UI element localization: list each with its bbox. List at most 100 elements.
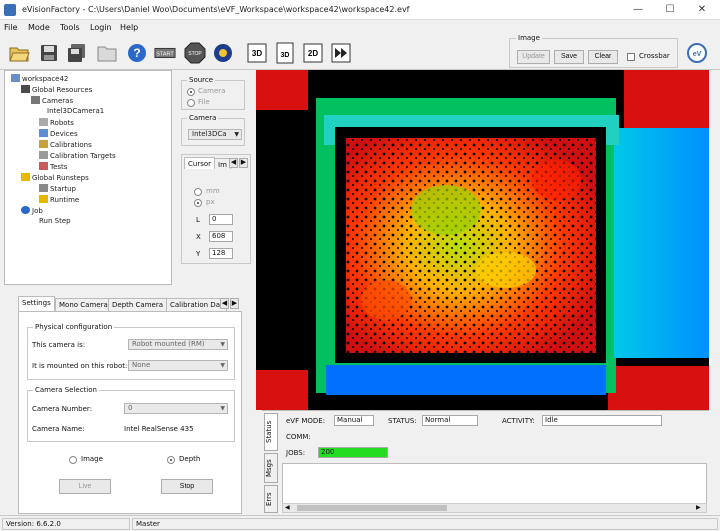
vtab-msgs[interactable]: Msgs	[264, 453, 278, 483]
depth-image-viewer[interactable]	[256, 70, 709, 410]
camera-mount-select[interactable]: Robot mounted (RM) ▼	[128, 339, 228, 350]
robot-select[interactable]: None ▼	[128, 360, 228, 371]
fast-forward-icon	[331, 43, 351, 63]
unit-px-radio[interactable]	[194, 199, 202, 207]
menu-help[interactable]: Help	[120, 23, 138, 32]
menu-file[interactable]: File	[4, 23, 17, 32]
settings-gear-button[interactable]	[212, 42, 234, 64]
activity-label: ACTIVITY:	[502, 417, 535, 425]
clear-button[interactable]: Clear	[588, 50, 618, 64]
save-all-icon	[68, 44, 85, 62]
tree-item-calibration-targets[interactable]: Calibration Targets	[39, 151, 116, 160]
unit-px-label: px	[206, 198, 215, 206]
tab-calibration-data[interactable]: Calibration Dat	[166, 298, 227, 311]
camera-number-select[interactable]: 0 ▼	[124, 403, 228, 414]
svg-text:2D: 2D	[308, 49, 318, 58]
view-2d-button[interactable]: 2D	[302, 42, 324, 64]
minimize-button[interactable]: —	[626, 3, 650, 17]
tree-item-calibrations[interactable]: Calibrations	[39, 140, 92, 149]
settings-tab-scroll-left[interactable]: ◀	[220, 298, 229, 309]
vtab-status[interactable]: Status	[264, 413, 278, 451]
toolbar: ? START STOP 3D 3D 2D Image Update Save …	[0, 34, 720, 70]
crossbar-checkbox[interactable]	[627, 53, 635, 61]
tree-item-global-resources[interactable]: Global Resources	[21, 85, 92, 94]
save-button[interactable]: Save	[554, 50, 584, 64]
cursor-x-field[interactable]: 608	[209, 231, 233, 242]
settings-tab-scroll-right[interactable]: ▶	[230, 298, 239, 309]
camera-icon	[31, 96, 40, 104]
source-file-radio[interactable]	[187, 99, 195, 107]
source-camera-radio[interactable]	[187, 88, 195, 96]
physical-config-group: Physical configuration This camera is: R…	[27, 323, 235, 380]
update-button[interactable]: Update	[517, 50, 550, 64]
save-disk-button[interactable]	[38, 42, 60, 64]
source-camera-label: Camera	[198, 87, 226, 95]
tree-item-devices[interactable]: Devices	[39, 129, 78, 138]
tree-item-runtime[interactable]: Runtime	[39, 195, 79, 204]
tree-item-workspace[interactable]: workspace42	[11, 74, 68, 83]
scroll-left-icon[interactable]: ◀	[285, 505, 293, 511]
tree-item-job[interactable]: Job	[21, 206, 43, 215]
stop-camera-button[interactable]: Stop	[161, 479, 213, 494]
runtime-icon	[39, 195, 48, 203]
view-3d-alt-button[interactable]: 3D	[274, 42, 296, 64]
view-3d-button[interactable]: 3D	[246, 42, 268, 64]
scroll-right-icon[interactable]: ▶	[696, 505, 704, 511]
menu-login[interactable]: Login	[90, 23, 112, 32]
workspace-tree[interactable]: workspace42 Global Resources Cameras Int…	[4, 70, 172, 285]
camera-group: Camera Intel3DCa ▼	[181, 114, 245, 146]
tab-scroll-right[interactable]: ▶	[239, 158, 248, 168]
camera-label: Camera	[187, 114, 219, 122]
title-bar: eVisionFactory - C:\Users\Daniel Woo\Doc…	[0, 0, 720, 20]
stop-button[interactable]: STOP	[184, 42, 206, 64]
tree-item-camera[interactable]: Intel3DCamera1	[47, 107, 104, 115]
cursor-y-field[interactable]: 128	[209, 248, 233, 259]
folder-icon	[97, 46, 117, 62]
folder-open-icon	[9, 47, 30, 62]
tab-mono-camera[interactable]: Mono Camera	[55, 298, 112, 311]
comm-label: COMM:	[286, 433, 311, 441]
open-folder-button[interactable]	[8, 42, 30, 64]
fast-forward-button[interactable]	[330, 42, 352, 64]
help-button[interactable]: ?	[126, 42, 148, 64]
start-button[interactable]: START	[154, 42, 178, 64]
image-radio[interactable]	[69, 456, 77, 464]
mode-label: eVF MODE:	[286, 417, 326, 425]
2d-icon: 2D	[303, 43, 323, 63]
target-icon	[39, 151, 48, 159]
depth-radio[interactable]	[167, 456, 175, 464]
tree-item-tests[interactable]: Tests	[39, 162, 67, 171]
save-all-button[interactable]	[66, 42, 88, 64]
tree-item-global-runsteps[interactable]: Global Runsteps	[21, 173, 89, 182]
folder-button[interactable]	[96, 42, 118, 64]
vtab-errs[interactable]: Errs	[264, 485, 278, 513]
scrollbar-thumb[interactable]	[297, 505, 447, 511]
live-button[interactable]: Live	[59, 479, 111, 494]
user-text: Master	[132, 518, 718, 530]
cursor-l-label: L	[196, 216, 200, 224]
tree-item-cameras[interactable]: Cameras	[31, 96, 73, 105]
camera-select[interactable]: Intel3DCa ▼	[188, 129, 242, 140]
unit-mm-radio[interactable]	[194, 188, 202, 196]
help-icon: ?	[128, 44, 146, 62]
tab-cursor[interactable]: Cursor	[184, 157, 216, 169]
svg-text:3D: 3D	[281, 52, 290, 59]
tab-settings[interactable]: Settings	[18, 296, 55, 311]
close-button[interactable]: ✕	[690, 3, 714, 17]
menu-tools[interactable]: Tools	[60, 23, 80, 32]
source-label: Source	[187, 76, 216, 84]
menu-mode[interactable]: Mode	[28, 23, 50, 32]
tab-scroll-left[interactable]: ◀	[229, 158, 238, 168]
horizontal-scrollbar[interactable]: ◀ ▶	[282, 503, 707, 513]
tree-item-run-step[interactable]: Run Step	[39, 217, 71, 225]
maximize-button[interactable]: ☐	[658, 3, 682, 17]
cursor-l-field[interactable]: 0	[209, 214, 233, 225]
tab-depth-camera[interactable]: Depth Camera	[108, 298, 168, 311]
device-icon	[39, 129, 48, 137]
image-group-label: Image	[516, 34, 542, 42]
tree-item-startup[interactable]: Startup	[39, 184, 76, 193]
calibration-icon	[39, 140, 48, 148]
svg-text:STOP: STOP	[188, 51, 202, 57]
tree-item-robots[interactable]: Robots	[39, 118, 74, 127]
job-icon	[21, 206, 30, 214]
